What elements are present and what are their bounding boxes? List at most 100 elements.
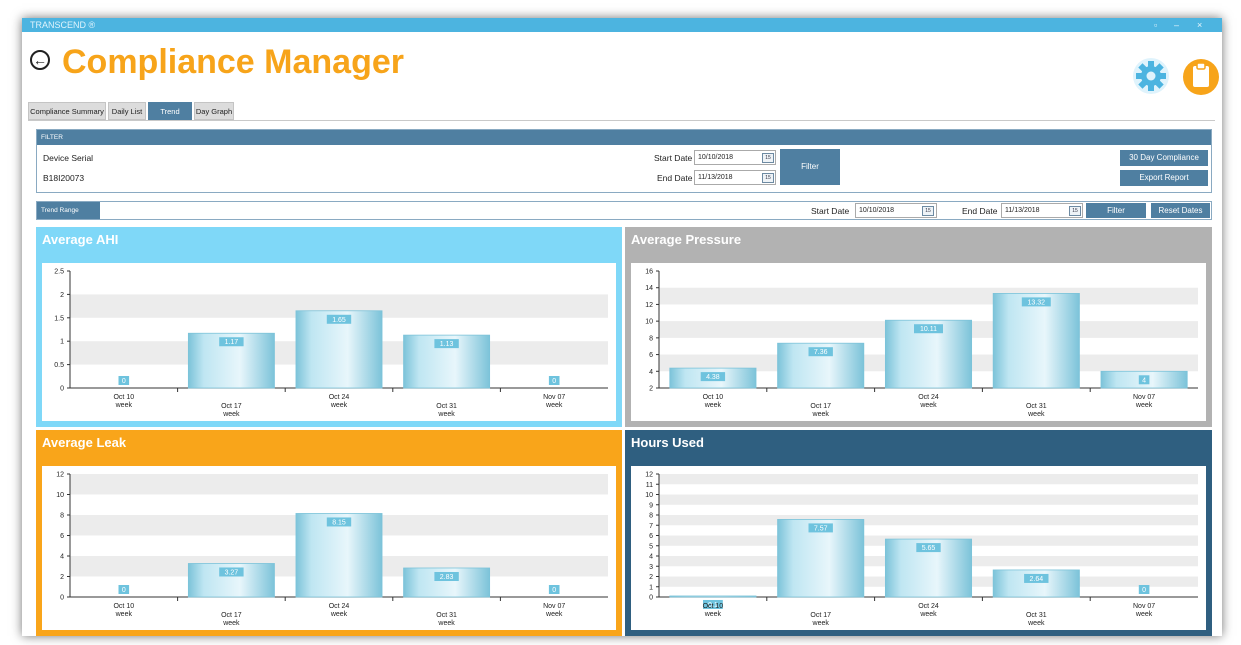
x-tick-label: Oct 24 [329, 603, 350, 610]
y-tick-label: 1 [60, 339, 64, 346]
trend-end-date-value: 11/13/2018 [1005, 207, 1040, 214]
x-tick-label: week [437, 411, 455, 418]
x-tick-label: Nov 07 [543, 394, 565, 401]
y-tick-label: 2 [60, 574, 64, 581]
x-tick-label: week [919, 611, 937, 618]
average-pressure-chart: 2 4 6 8 10 12 14 16 4.38 Oct 10 week 7.36 Oct 17 week… [631, 263, 1206, 421]
back-arrow-icon[interactable]: ← [30, 50, 50, 70]
close-button[interactable]: × [1197, 18, 1202, 32]
average-pressure-panel: Average Pressure 2 4 6 8 10 12 14 16 4.38 Oct 10 w… [625, 227, 1212, 427]
gear-icon[interactable] [1132, 57, 1170, 95]
y-tick-label: 8 [649, 335, 653, 342]
start-date-value: 10/10/2018 [698, 154, 734, 161]
filter-heading: FILTER [37, 130, 1211, 145]
x-tick-label: week [1135, 611, 1153, 618]
trend-start-date-label: Start Date [811, 206, 850, 216]
calendar-icon[interactable]: 15 [762, 173, 774, 183]
export-report-button[interactable]: Export Report [1120, 170, 1208, 186]
end-date-label: End Date [657, 173, 693, 183]
x-tick-label: week [437, 620, 455, 627]
device-serial-label: Device Serial [43, 153, 94, 163]
data-label: 7.57 [814, 525, 828, 532]
y-tick-label: 11 [646, 482, 653, 489]
y-tick-label: 6 [649, 352, 653, 359]
tab-day-graph[interactable]: Day Graph [194, 102, 234, 120]
y-tick-label: 6 [649, 533, 653, 540]
x-tick-label: Oct 24 [918, 394, 939, 401]
page-title: Compliance Manager [62, 43, 404, 81]
x-tick-label: week [812, 620, 830, 627]
filter-button[interactable]: Filter [780, 149, 840, 185]
hours-used-chart: 0 1 2 3 4 5 6 7 8 9 10 11 12 0.1 Oct 10 week 7.57 Oct 17 w… [631, 466, 1206, 630]
reset-dates-button[interactable]: Reset Dates [1151, 203, 1210, 218]
y-tick-label: 12 [645, 472, 653, 479]
chart-svg: 2468101214164.38Oct 10week7.36Oct 17week… [645, 269, 1198, 418]
data-label: 1.65 [332, 317, 346, 324]
chart-svg: 0246810120Oct 10week3.27Oct 17week8.15Oc… [56, 472, 608, 627]
tab-compliance-summary[interactable]: Compliance Summary [28, 102, 106, 120]
bar [669, 595, 757, 598]
data-label: 1.13 [440, 341, 454, 348]
trend-filter-button[interactable]: Filter [1086, 203, 1146, 218]
grid-band [659, 474, 1198, 485]
x-tick-label: week [545, 611, 563, 618]
maximize-icon[interactable]: ▫ [1154, 18, 1157, 32]
grid-band [659, 287, 1198, 305]
y-tick-label: 3 [649, 564, 653, 571]
data-label: 10.11 [920, 326, 937, 333]
x-tick-label: Oct 31 [436, 612, 457, 619]
data-label: 8.15 [332, 519, 346, 526]
data-label: 0 [122, 378, 126, 385]
x-tick-label: week [704, 402, 722, 409]
x-tick-label: Oct 31 [1026, 612, 1047, 619]
bar [992, 292, 1080, 389]
x-tick-label: Oct 10 [703, 603, 724, 610]
y-tick-label: 2 [649, 574, 653, 581]
x-tick-label: week [222, 411, 240, 418]
clipboard-icon[interactable] [1182, 56, 1220, 96]
x-tick-label: week [115, 611, 133, 618]
x-tick-label: week [812, 411, 830, 418]
y-tick-label: 5 [649, 543, 653, 550]
y-tick-label: 16 [645, 269, 653, 276]
average-leak-panel: Average Leak 0 2 4 6 8 10 12 0 Oct 10 week 3.27 Oct… [36, 430, 622, 636]
tab-trend-graph[interactable]: Trend Graph [148, 102, 192, 134]
data-label: 0 [552, 587, 556, 594]
x-tick-label: Oct 10 [113, 603, 134, 610]
calendar-icon[interactable]: 15 [922, 206, 934, 216]
average-ahi-panel: Average AHI 0 0.5 1 1.5 2 2.5 0 Oct 10 week 1.17 O… [36, 227, 622, 427]
x-tick-label: week [919, 402, 937, 409]
y-tick-label: 4 [649, 554, 653, 561]
grid-band [659, 515, 1198, 526]
hours-used-panel: Hours Used 0 1 2 3 4 5 6 7 8 9 10 11 12 0.1 Oct 10 week… [625, 430, 1212, 636]
chart-svg: 00.511.522.50Oct 10week1.17Oct 17week1.6… [54, 269, 608, 418]
page-header: ← Compliance Manager [22, 32, 1222, 102]
x-tick-label: Oct 17 [810, 403, 831, 410]
grid-band [659, 494, 1198, 505]
thirty-day-compliance-button[interactable]: 30 Day Compliance [1120, 150, 1208, 166]
data-label: 0 [552, 378, 556, 385]
chart-title: Average Leak [42, 435, 127, 450]
minimize-button[interactable]: – [1174, 18, 1179, 32]
grid-band [70, 474, 608, 495]
y-tick-label: 1 [649, 584, 653, 591]
x-tick-label: Oct 24 [329, 394, 350, 401]
y-tick-label: 14 [645, 285, 653, 292]
average-ahi-chart: 0 0.5 1 1.5 2 2.5 0 Oct 10 week 1.17 Oct 17 week 1.6… [42, 263, 616, 421]
calendar-icon[interactable]: 15 [762, 153, 774, 163]
y-tick-label: 0 [649, 595, 653, 602]
x-tick-label: Oct 17 [221, 612, 242, 619]
end-date-value: 11/13/2018 [698, 174, 733, 181]
app-name: TRANSCEND ® [30, 20, 96, 30]
calendar-icon[interactable]: 15 [1069, 206, 1081, 216]
trend-end-date-label: End Date [962, 206, 998, 216]
data-label: 5.65 [922, 545, 936, 552]
y-tick-label: 2 [649, 386, 653, 393]
tab-divider [28, 120, 1215, 121]
y-tick-label: 8 [649, 513, 653, 520]
tab-daily-list[interactable]: Daily List [108, 102, 146, 120]
x-tick-label: Nov 07 [1133, 394, 1155, 401]
device-serial-value: B18I20073 [43, 173, 85, 183]
x-tick-label: Oct 31 [436, 403, 457, 410]
y-tick-label: 4 [60, 554, 64, 561]
